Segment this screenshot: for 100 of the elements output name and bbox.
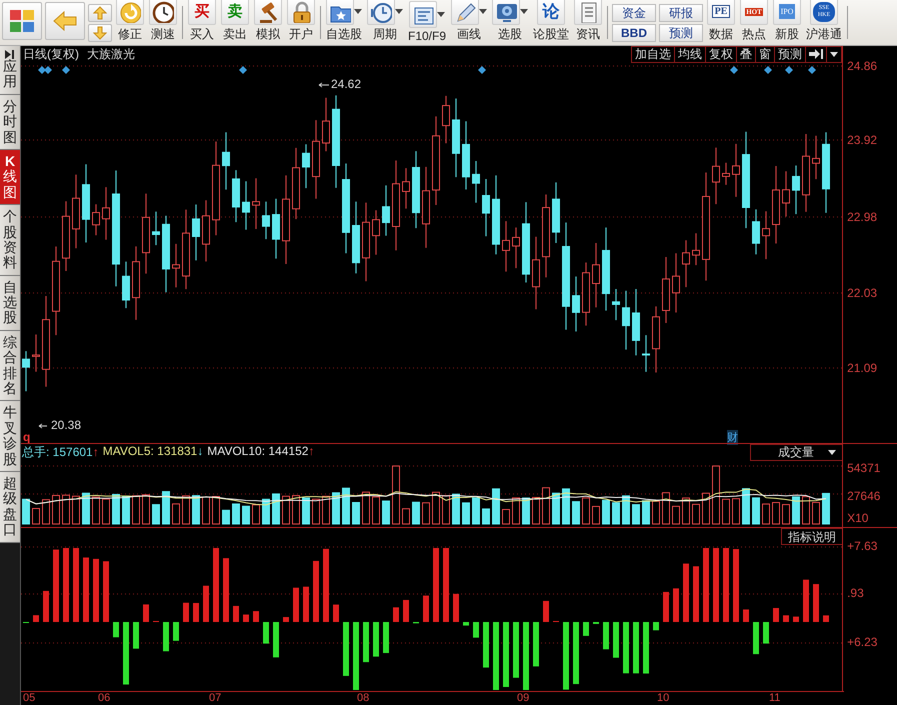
- axis-label: 22.98: [847, 210, 878, 224]
- candlestick: [692, 232, 700, 266]
- toolbar-button[interactable]: 选股: [491, 2, 530, 43]
- caret-icon: [354, 9, 362, 14]
- sidebar-tab[interactable]: K线图: [0, 150, 20, 206]
- toolbar-button[interactable]: 论 论股堂: [532, 2, 570, 43]
- candlestick: [752, 208, 760, 255]
- candlestick: [612, 288, 620, 321]
- sidebar-tab[interactable]: 分时图: [0, 94, 20, 150]
- event-marker-icon: [239, 66, 247, 74]
- candlestick: [252, 178, 260, 230]
- candlestick: [642, 334, 650, 372]
- leader-line: [38, 424, 48, 428]
- page-up-button[interactable]: [88, 4, 112, 22]
- candlestick: [272, 198, 280, 260]
- left-arrow-icon: [53, 11, 77, 31]
- candlestick: [202, 200, 210, 262]
- logo-glyph-icon: IPO: [778, 4, 796, 19]
- candlestick: [222, 132, 230, 190]
- candlestick: [682, 240, 690, 288]
- logo-glyph-icon: 卖: [228, 2, 242, 21]
- candlestick: [102, 186, 110, 240]
- candlestick: [192, 204, 200, 261]
- candlestick: [572, 276, 580, 332]
- caret-icon: [437, 12, 445, 17]
- candlestick: [322, 97, 330, 152]
- stock-name: 大族激光: [87, 46, 135, 62]
- pencil-icon: [454, 0, 476, 22]
- candlestick: [92, 204, 100, 236]
- candlestick: [732, 143, 740, 198]
- axis-label: 54371: [847, 460, 880, 475]
- date-label: 06: [98, 692, 110, 704]
- toolbar-button[interactable]: 画线: [450, 2, 488, 43]
- candlestick: [762, 210, 770, 260]
- candlestick: [302, 144, 310, 189]
- event-marker-icon: [62, 66, 70, 74]
- caret-icon: [520, 9, 528, 14]
- toolbar-button[interactable]: 资金: [612, 4, 656, 22]
- event-marker-icon: [764, 66, 772, 74]
- candlestick: [552, 182, 560, 244]
- chart-period: 日线(复权): [23, 46, 79, 62]
- windows-grid-icon: [10, 10, 34, 32]
- candlestick: [502, 220, 510, 272]
- app-menu-button[interactable]: [2, 2, 42, 40]
- candlestick: [652, 306, 660, 373]
- toolbar-button[interactable]: 预测: [659, 24, 704, 42]
- legend-text: MAVOL10: 144152: [207, 444, 308, 458]
- candlestick: [462, 120, 470, 190]
- stopwatch-icon: [370, 0, 392, 22]
- page-down-button[interactable]: [88, 24, 112, 42]
- trend-arrow: ↓: [197, 444, 204, 458]
- indicator-dropdown[interactable]: 成交量: [750, 444, 842, 461]
- axis-label: 23.92: [847, 133, 878, 147]
- candlestick: [812, 135, 820, 180]
- event-marker-icon: [730, 66, 738, 74]
- axis-label: 27646: [847, 488, 880, 503]
- candlestick: [32, 334, 40, 372]
- indicator-help-button[interactable]: 指标说明: [781, 528, 842, 544]
- candlestick: [22, 350, 30, 392]
- price-label: 24.62: [331, 77, 362, 91]
- axis-label: +6.23: [847, 634, 878, 648]
- candlestick: [712, 147, 720, 205]
- sidebar-tab[interactable]: 牛叉诊股: [0, 401, 20, 472]
- candlestick: [372, 210, 380, 256]
- sidebar-tab[interactable]: 超级盘口: [0, 472, 20, 543]
- candlestick: [402, 168, 410, 210]
- event-marker-icon: [808, 66, 816, 74]
- leader-line: [318, 82, 330, 88]
- trend-arrow: ↑: [92, 444, 99, 459]
- gavel-icon: [257, 0, 279, 22]
- sidebar-tab[interactable]: 综合排名: [0, 330, 20, 402]
- axis-label: 22.03: [847, 286, 878, 300]
- date-label: 10: [657, 692, 670, 704]
- toolbar-button[interactable]: F10/F9: [407, 2, 448, 43]
- candlestick: [512, 227, 520, 269]
- legend-text: MAVOL5: 131831: [102, 444, 198, 458]
- candlestick: [672, 252, 680, 313]
- sidebar-tab[interactable]: 个股资料: [0, 205, 20, 276]
- candlestick: [592, 242, 600, 308]
- date-label: 05: [23, 692, 36, 704]
- clock-icon: [152, 0, 174, 22]
- date-label: 11: [769, 692, 780, 704]
- trend-arrow: ↑: [308, 444, 314, 458]
- collapse-icon: [5, 50, 15, 59]
- axis-label: 24.86: [847, 59, 878, 73]
- candlestick: [472, 160, 480, 204]
- sidebar-tab[interactable]: 应用: [0, 46, 20, 95]
- sidebar-tab[interactable]: 自选股: [0, 276, 20, 331]
- toolbar-button[interactable]: BBD: [612, 24, 656, 42]
- toolbar-button[interactable]: 周期: [366, 2, 404, 43]
- candlestick: [232, 170, 240, 223]
- back-button[interactable]: [45, 2, 85, 40]
- toolbar-button[interactable]: 研报: [659, 4, 704, 22]
- candlestick: [662, 256, 670, 324]
- caret-icon: [830, 52, 838, 56]
- finance-marker: 财: [727, 430, 738, 445]
- event-marker-icon: [478, 66, 486, 74]
- toolbar-button[interactable]: 自选股: [325, 2, 363, 43]
- refresh-icon: [119, 0, 141, 22]
- candlestick: [382, 184, 390, 236]
